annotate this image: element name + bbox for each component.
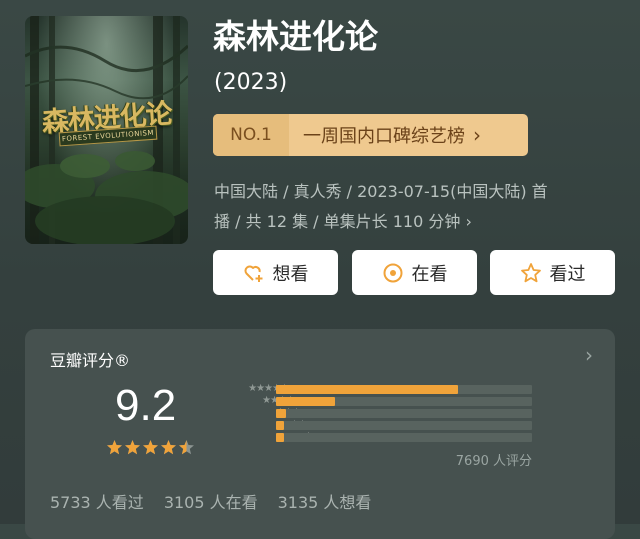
heart-plus-icon: [243, 262, 265, 284]
ranking-number: NO.1: [213, 114, 289, 156]
watched-count: 5733 人看过: [50, 493, 144, 512]
watched-button[interactable]: 看过: [490, 250, 615, 295]
show-year: (2023): [214, 70, 288, 95]
rating-bar-fill: [276, 420, 284, 430]
poster-image[interactable]: 森林进化论 FOREST EVOLUTIONISM: [25, 16, 188, 244]
rating-count: 7690 人评分: [455, 454, 532, 469]
star-icon: [179, 440, 194, 455]
rating-bar-fill: [276, 396, 335, 406]
chevron-right-icon: ›: [465, 212, 472, 231]
want-to-watch-label: 想看: [272, 263, 309, 285]
star-outline-icon: [520, 262, 542, 284]
rating-card[interactable]: 豆瓣评分® › 9.2 ★★★★★★★★★★★★★★★ 7690 人评分 573…: [25, 329, 615, 539]
watching-count: 3105 人在看: [163, 493, 258, 512]
rating-bar-fill: [276, 384, 458, 394]
star-icon: [161, 440, 176, 455]
rating-bar-track: [276, 420, 532, 430]
show-title: 森林进化论: [213, 17, 378, 56]
rating-bar-fill: [276, 432, 284, 442]
rating-stars: [106, 439, 195, 455]
watched-label: 看过: [549, 263, 586, 285]
ranking-badge[interactable]: NO.1 一周国内口碑综艺榜 ›: [213, 114, 528, 156]
meta-line-2: 播 / 共 12 集 / 单集片长 110 分钟: [214, 212, 461, 231]
rating-source-label: 豆瓣评分®: [50, 351, 131, 370]
meta-line-1: 中国大陆 / 真人秀 / 2023-07-15(中国大陆) 首: [214, 182, 548, 201]
watching-label: 在看: [411, 263, 448, 285]
target-icon: [382, 262, 404, 284]
audience-stats: 5733 人看过 3105 人在看 3135 人想看: [50, 489, 371, 513]
rating-score: 9.2: [115, 381, 177, 430]
star-icon: [143, 440, 158, 455]
show-meta[interactable]: 中国大陆 / 真人秀 / 2023-07-15(中国大陆) 首 播 / 共 12…: [214, 177, 594, 237]
rating-bar-fill: [276, 408, 287, 418]
star-icon: [107, 440, 122, 455]
chevron-right-icon: ›: [473, 123, 481, 147]
watching-button[interactable]: 在看: [352, 250, 477, 295]
ranking-label: 一周国内口碑综艺榜: [303, 126, 465, 147]
chevron-right-icon[interactable]: ›: [585, 343, 593, 367]
star-icon: [125, 440, 140, 455]
want-count: 3135 人想看: [277, 493, 372, 512]
want-to-watch-button[interactable]: 想看: [213, 250, 338, 295]
rating-bar-track: [276, 432, 532, 442]
rating-bar-track: [276, 408, 532, 418]
